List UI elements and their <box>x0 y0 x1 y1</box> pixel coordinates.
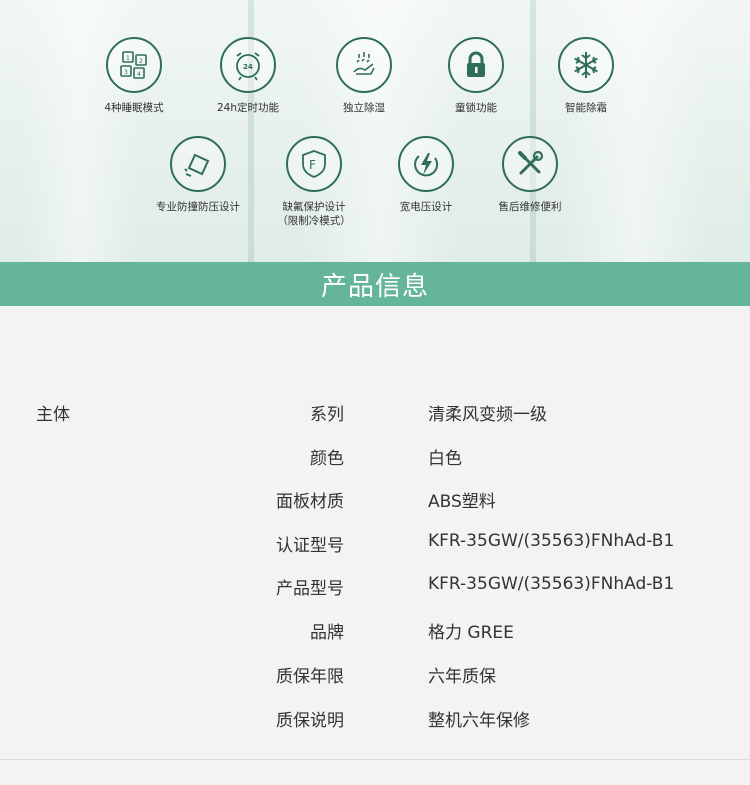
spec-key: 系列 <box>310 405 344 425</box>
svg-text:3: 3 <box>124 69 128 76</box>
section-banner: 产品信息 <box>0 262 750 306</box>
feature-label: 智能除霜 <box>565 102 607 114</box>
sleep-modes-icon: 1 2 3 4 <box>106 37 162 93</box>
dehumidify-icon <box>336 37 392 93</box>
shield-letter: F <box>309 158 316 172</box>
spec-key: 质保年限 <box>276 667 344 687</box>
feature-defrost: 智能除霜 <box>516 37 656 115</box>
alarm-clock-icon: 24 <box>220 37 276 93</box>
spec-row: 认证型号 KFR-35GW/(35563)FNhAd-B1 <box>0 531 750 556</box>
spec-row: 质保年限 六年质保 <box>0 662 750 687</box>
spec-row: 质保说明 整机六年保修 <box>0 706 750 731</box>
feature-hero: 1 2 3 4 4种睡眠模式 24 24h定时功能 独立除湿 童锁功能 智能除霜… <box>0 0 750 262</box>
lock-icon <box>448 37 504 93</box>
spec-row: 品牌 格力 GREE <box>0 618 750 643</box>
repair-tools-icon <box>502 136 558 192</box>
spec-key: 品牌 <box>310 623 344 643</box>
spec-value: KFR-35GW/(35563)FNhAd-B1 <box>428 531 675 551</box>
spec-value: 清柔风变频一级 <box>428 405 547 425</box>
spec-key: 质保说明 <box>276 711 344 731</box>
feature-after-sales: 售后维修便利 <box>460 136 600 214</box>
feature-label: 售后维修便利 <box>498 201 562 213</box>
spec-value: 白色 <box>428 449 462 469</box>
section-title: 产品信息 <box>320 271 429 302</box>
spec-table: 主体 系列 清柔风变频一级 颜色 白色 面板材质 ABS塑料 认证型号 KFR-… <box>0 306 750 760</box>
spec-row: 面板材质 ABS塑料 <box>0 487 750 512</box>
svg-text:4: 4 <box>137 71 141 78</box>
spec-value: KFR-35GW/(35563)FNhAd-B1 <box>428 574 675 594</box>
spec-key: 颜色 <box>310 449 344 469</box>
spec-key: 认证型号 <box>276 536 344 556</box>
spec-value: ABS塑料 <box>428 492 496 512</box>
timer-hours-text: 24 <box>243 63 253 71</box>
svg-text:1: 1 <box>126 55 130 62</box>
anti-pressure-icon <box>170 136 226 192</box>
svg-text:2: 2 <box>139 58 143 65</box>
snowflake-icon <box>558 37 614 93</box>
divider <box>0 759 750 760</box>
spec-value: 整机六年保修 <box>428 711 530 731</box>
lightning-icon <box>398 136 454 192</box>
spec-value: 格力 GREE <box>428 623 514 643</box>
spec-key: 产品型号 <box>276 579 344 599</box>
spec-value: 六年质保 <box>428 667 496 687</box>
refrigerant-shield-icon: F <box>286 136 342 192</box>
spec-key: 面板材质 <box>276 492 344 512</box>
spec-row: 系列 清柔风变频一级 <box>0 400 750 425</box>
spec-row: 颜色 白色 <box>0 444 750 469</box>
spec-row: 产品型号 KFR-35GW/(35563)FNhAd-B1 <box>0 574 750 599</box>
